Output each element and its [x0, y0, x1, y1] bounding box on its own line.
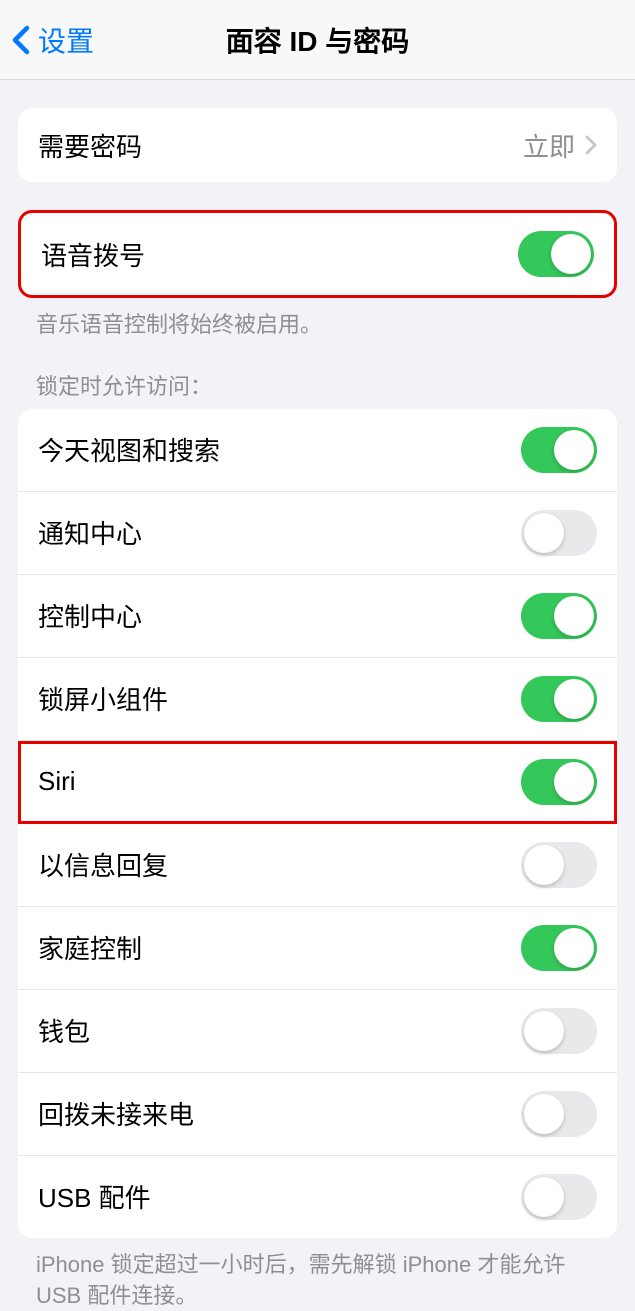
- toggle-knob: [524, 845, 564, 885]
- allow-access-row: 钱包: [18, 990, 617, 1073]
- allow-access-row: 回拨未接来电: [18, 1073, 617, 1156]
- allow-access-row: USB 配件: [18, 1156, 617, 1238]
- allow-access-row: 今天视图和搜索: [18, 409, 617, 492]
- require-passcode-group: 需要密码 立即: [18, 108, 617, 182]
- page-title: 面容 ID 与密码: [226, 20, 410, 60]
- allow-access-label: Siri: [38, 766, 76, 797]
- allow-access-toggle[interactable]: [521, 1008, 597, 1054]
- allow-access-row: 控制中心: [18, 575, 617, 658]
- voice-dial-label: 语音拨号: [41, 236, 145, 273]
- allow-access-toggle[interactable]: [521, 842, 597, 888]
- allow-access-toggle[interactable]: [521, 1091, 597, 1137]
- require-passcode-value: 立即: [523, 127, 575, 164]
- allow-access-group: 今天视图和搜索通知中心控制中心锁屏小组件 Siri 以信息回复家庭控制钱包回拨未接来…: [18, 409, 617, 1238]
- allow-access-toggle[interactable]: [521, 593, 597, 639]
- content: 需要密码 立即 语音拨号 音乐语音控制将始终被启用。 锁定时允许访问： 今天视图…: [0, 108, 635, 1311]
- voice-dial-footer: 音乐语音控制将始终被启用。: [0, 298, 635, 341]
- allow-access-label: 今天视图和搜索: [38, 431, 220, 468]
- toggle-knob: [524, 1094, 564, 1134]
- chevron-right-icon: [585, 135, 597, 155]
- allow-access-label: 以信息回复: [38, 846, 168, 883]
- toggle-knob: [554, 679, 594, 719]
- allow-access-toggle[interactable]: [521, 427, 597, 473]
- allow-access-label: 控制中心: [38, 597, 142, 634]
- allow-access-row: 锁屏小组件: [18, 658, 617, 741]
- allow-access-row: Siri: [18, 741, 617, 824]
- allow-access-label: 通知中心: [38, 514, 142, 551]
- toggle-knob: [554, 596, 594, 636]
- voice-dial-row: 语音拨号: [21, 213, 614, 295]
- allow-access-label: 锁屏小组件: [38, 680, 168, 717]
- allow-access-label: 家庭控制: [38, 929, 142, 966]
- allow-access-toggle[interactable]: [521, 759, 597, 805]
- toggle-knob: [554, 430, 594, 470]
- navbar: 设置 面容 ID 与密码: [0, 0, 635, 80]
- allow-access-row: 通知中心: [18, 492, 617, 575]
- row-right: 立即: [523, 127, 597, 164]
- toggle-knob: [551, 234, 591, 274]
- toggle-knob: [554, 762, 594, 802]
- allow-access-header: 锁定时允许访问：: [0, 341, 635, 405]
- allow-access-footer: iPhone 锁定超过一小时后，需先解锁 iPhone 才能允许 USB 配件连…: [0, 1238, 635, 1311]
- toggle-knob: [524, 513, 564, 553]
- back-label: 设置: [38, 20, 94, 60]
- require-passcode-label: 需要密码: [38, 127, 142, 164]
- back-button[interactable]: 设置: [0, 20, 94, 60]
- require-passcode-row[interactable]: 需要密码 立即: [18, 108, 617, 182]
- allow-access-toggle[interactable]: [521, 676, 597, 722]
- allow-access-label: 钱包: [38, 1012, 90, 1049]
- allow-access-row: 家庭控制: [18, 907, 617, 990]
- toggle-knob: [524, 1011, 564, 1051]
- toggle-knob: [524, 1177, 564, 1217]
- voice-dial-toggle[interactable]: [518, 231, 594, 277]
- allow-access-label: 回拨未接来电: [38, 1095, 194, 1132]
- chevron-left-icon: [12, 25, 30, 55]
- allow-access-label: USB 配件: [38, 1178, 151, 1215]
- allow-access-toggle[interactable]: [521, 925, 597, 971]
- voice-dial-group: 语音拨号: [18, 210, 617, 298]
- allow-access-row: 以信息回复: [18, 824, 617, 907]
- allow-access-toggle[interactable]: [521, 1174, 597, 1220]
- allow-access-toggle[interactable]: [521, 510, 597, 556]
- toggle-knob: [554, 928, 594, 968]
